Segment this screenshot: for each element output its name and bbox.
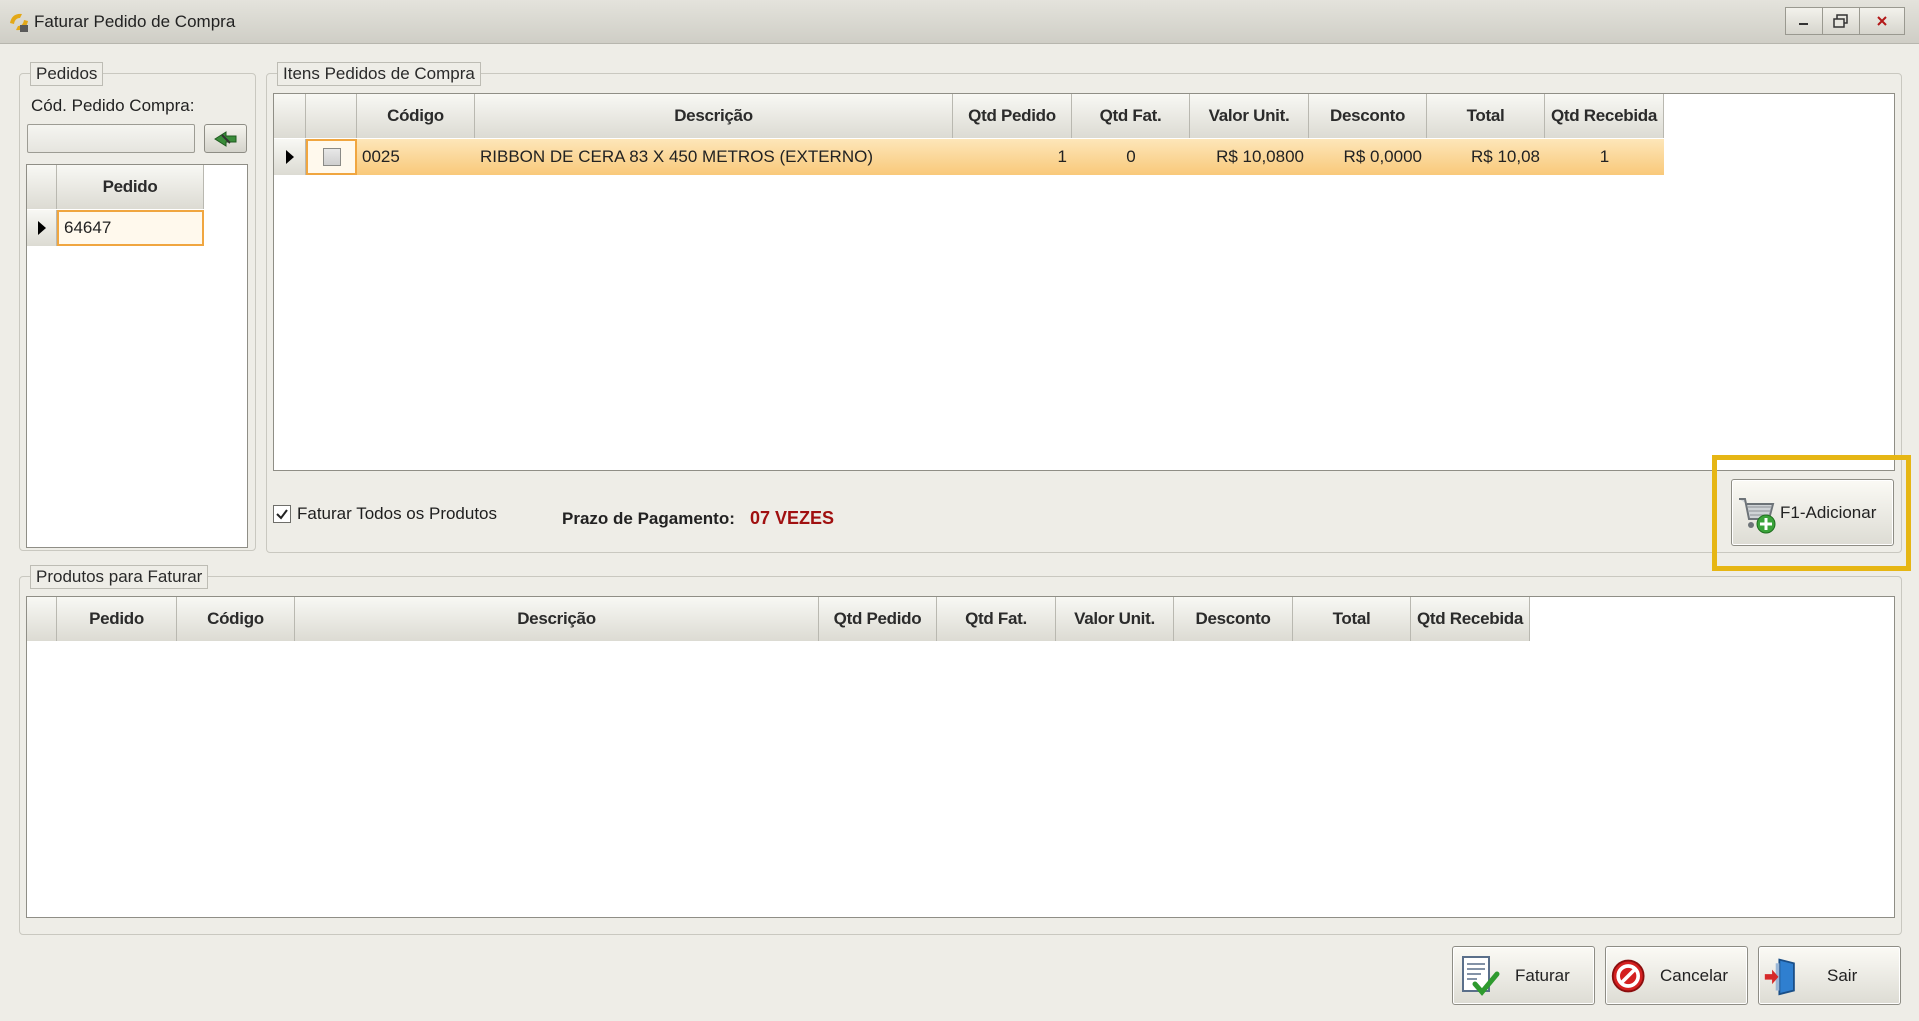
sair-button[interactable]: Sair: [1758, 946, 1901, 1005]
pedidos-grid-corner: [27, 165, 57, 209]
itens-col-qtd-pedido[interactable]: Qtd Pedido: [953, 94, 1072, 138]
produtos-col-qtd-pedido[interactable]: Qtd Pedido: [819, 597, 937, 641]
itens-legend: Itens Pedidos de Compra: [277, 62, 481, 86]
itens-col-total[interactable]: Total: [1427, 94, 1545, 138]
checkmark-icon: [276, 509, 288, 520]
produtos-col-desconto[interactable]: Desconto: [1174, 597, 1293, 641]
produtos-col-pedido[interactable]: Pedido: [57, 597, 177, 641]
item-total: R$ 10,08: [1471, 147, 1540, 166]
cod-pedido-input[interactable]: [27, 124, 195, 153]
minimize-icon: [1799, 23, 1808, 25]
produtos-grid-corner: [27, 597, 57, 641]
itens-grid-header: Código Descrição Qtd Pedido Qtd Fat. Val…: [274, 94, 1664, 138]
pedidos-legend: Pedidos: [30, 62, 104, 86]
itens-col-valor-unit[interactable]: Valor Unit.: [1190, 94, 1309, 138]
itens-col-codigo[interactable]: Código: [357, 94, 475, 138]
produtos-col-codigo[interactable]: Código: [177, 597, 295, 641]
cancelar-label: Cancelar: [1660, 965, 1729, 985]
prazo-pagamento-value: 07 VEZES: [750, 508, 835, 528]
item-qtd-recebida: 1: [1599, 147, 1610, 166]
invoice-check-icon: [1462, 955, 1500, 996]
cod-pedido-label: Cód. Pedido Compra:: [31, 96, 195, 115]
produtos-col-descricao[interactable]: Descrição: [295, 597, 819, 641]
prazo-pagamento-label: Prazo de Pagamento:: [562, 509, 735, 528]
produtos-legend: Produtos para Faturar: [30, 565, 209, 589]
faturar-pedido-window: Faturar Pedido de Compra Pedidos Cód. Pe…: [0, 0, 1919, 1021]
produtos-col-qtd-recebida[interactable]: Qtd Recebida: [1411, 597, 1530, 641]
itens-col-check: [306, 94, 357, 138]
produtos-col-valor-unit[interactable]: Valor Unit.: [1056, 597, 1174, 641]
exit-door-icon: [1764, 957, 1795, 995]
item-descricao: RIBBON DE CERA 83 X 450 METROS (EXTERNO): [480, 147, 873, 166]
current-row-arrow-icon: [285, 150, 294, 164]
app-logo-icon: [10, 13, 28, 32]
faturar-button[interactable]: Faturar: [1452, 946, 1595, 1005]
itens-col-descricao[interactable]: Descrição: [475, 94, 953, 138]
window-controls: [1785, 7, 1905, 35]
itens-col-qtd-fat[interactable]: Qtd Fat.: [1072, 94, 1190, 138]
restore-button[interactable]: [1822, 7, 1860, 35]
sair-label: Sair: [1827, 965, 1858, 985]
pedidos-grid-header: Pedido: [27, 165, 204, 209]
current-row-arrow-icon: [37, 221, 46, 235]
item-valor-unit: R$ 10,0800: [1216, 147, 1304, 166]
pedidos-row[interactable]: 64647: [27, 210, 204, 246]
item-qtd-pedido: 1: [1057, 147, 1067, 166]
cancel-icon: [1611, 959, 1645, 992]
minimize-button[interactable]: [1785, 7, 1823, 35]
window-title: Faturar Pedido de Compra: [34, 12, 236, 31]
itens-grid-corner: [274, 94, 306, 138]
close-button[interactable]: [1859, 7, 1905, 35]
itens-col-desconto[interactable]: Desconto: [1309, 94, 1427, 138]
row-indicator: [274, 139, 306, 175]
produtos-col-total[interactable]: Total: [1293, 597, 1411, 641]
produtos-col-qtd-fat[interactable]: Qtd Fat.: [937, 597, 1056, 641]
item-qtd-fat[interactable]: 0: [1072, 139, 1190, 175]
faturar-todos-option[interactable]: Faturar Todos os Produtos: [273, 504, 497, 524]
pedido-cell[interactable]: 64647: [57, 210, 204, 246]
produtos-grid: Pedido Código Descrição Qtd Pedido Qtd F…: [26, 596, 1895, 918]
itens-grid: Código Descrição Qtd Pedido Qtd Fat. Val…: [273, 93, 1895, 471]
restore-icon: [1833, 14, 1848, 28]
pedidos-grid: Pedido 64647: [26, 164, 248, 548]
itens-col-qtd-recebida[interactable]: Qtd Recebida: [1545, 94, 1664, 138]
item-select-checkbox[interactable]: [322, 148, 341, 166]
itens-row[interactable]: 0025 RIBBON DE CERA 83 X 450 METROS (EXT…: [274, 139, 1664, 175]
produtos-grid-header: Pedido Código Descrição Qtd Pedido Qtd F…: [27, 597, 1530, 641]
row-indicator: [27, 210, 57, 246]
faturar-todos-label: Faturar Todos os Produtos: [297, 504, 498, 523]
adicionar-highlight-box: [1712, 455, 1911, 571]
search-arrow-icon: [213, 130, 236, 147]
item-select-cell[interactable]: [306, 139, 357, 175]
item-codigo: 0025: [362, 147, 400, 166]
close-icon: [1877, 16, 1887, 26]
faturar-todos-checkbox[interactable]: [273, 505, 291, 523]
pedidos-col-pedido[interactable]: Pedido: [57, 165, 204, 209]
item-desconto: R$ 0,0000: [1343, 147, 1422, 166]
cancelar-button[interactable]: Cancelar: [1605, 946, 1748, 1005]
title-bar: Faturar Pedido de Compra: [0, 0, 1919, 44]
search-pedido-button[interactable]: [204, 124, 247, 153]
faturar-label: Faturar: [1515, 965, 1570, 985]
